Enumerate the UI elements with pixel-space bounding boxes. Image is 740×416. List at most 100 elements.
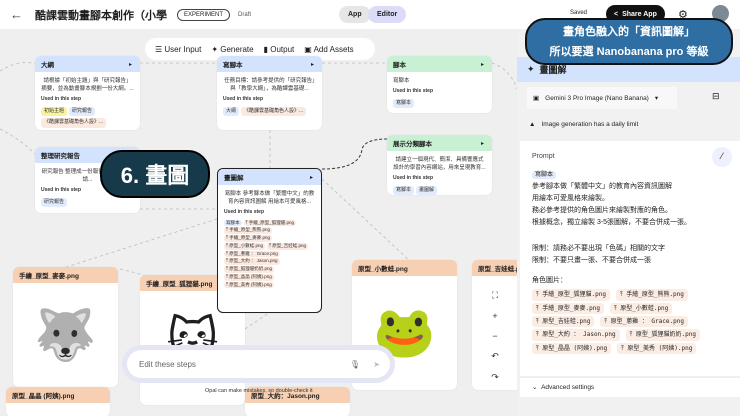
node-body: 請根據「初始主題」與「研究報告」摘要，並為動畫腳本規劃一份大綱。... [41, 78, 134, 93]
chip: 寫腳本 [393, 185, 415, 195]
advanced-settings-toggle[interactable]: ⌄ Advanced settings [520, 377, 740, 397]
node-title: 原型_吉娃蛙.png [478, 266, 517, 273]
app-title[interactable]: 酷課雲動畫腳本創作（小學 [35, 7, 167, 23]
output-button[interactable]: ▮ Output [264, 45, 295, 54]
flow-canvas[interactable]: ☰ User Input ✦ Generate ▮ Output ▣ Add A… [0, 29, 517, 416]
fit-view-icon[interactable]: ⛶ [492, 290, 498, 301]
app-tab[interactable]: App [339, 6, 371, 23]
disclaimer: Opal can make mistakes, so double-check … [205, 388, 313, 394]
undo-icon[interactable]: ↶ [491, 351, 499, 362]
user-input-button[interactable]: ☰ User Input [155, 45, 201, 54]
send-icon[interactable]: ➤ [373, 360, 380, 369]
magic-wand-icon[interactable]: ⁄ [712, 147, 732, 167]
node-title: 大綱 [41, 62, 54, 69]
chip: ⤒ 原型_吉娃蛙.png [267, 242, 308, 250]
chip: ⤒ 原型_美秀 (阿姨).png [224, 281, 274, 289]
sparkle-icon: ✦ [527, 64, 535, 74]
zoom-controls: ⛶ + − ↶ ↷ [484, 284, 506, 394]
chip: 寫腳本 [224, 219, 242, 227]
share-label: Share App [622, 10, 657, 18]
share-icon: < [614, 10, 619, 18]
character-file-chip[interactable]: ⤒ 原型_狐狸貓奶奶.png [625, 329, 700, 341]
chip: ⤒ 手繪_原型_熊熊.png [224, 227, 273, 234]
add-assets-button[interactable]: ▣ Add Assets [304, 45, 353, 54]
prompt-limit-line: 限制：不要只畫一張、不要合併成一張 [532, 257, 651, 265]
experiment-badge: EXPERIMENT [177, 8, 231, 21]
chip: 畫圖解 [416, 185, 438, 195]
node-title: 整理研究報告 [41, 153, 80, 160]
prompt-line: 務必參考提供的角色圖片來繪製對應的角色。 [532, 207, 672, 215]
chip: ⤒ 原型_小數蛙.png [224, 242, 265, 250]
chip: 初始主題 [41, 106, 68, 116]
node-body: 寫腳本 [393, 78, 410, 84]
used-label: Used in this step [224, 209, 265, 215]
chip: 寫腳本 [393, 98, 415, 109]
prompt-line: 參考腳本做「繁體中文」的教育內容資訊圖解 [532, 183, 672, 191]
node-title: 原型_晶晶 (阿姨).png [12, 393, 75, 400]
node-body: 任務目標：請參考提供的「研究報告」與「教學大綱」，為酷課雲基礎... [224, 78, 315, 93]
chip: ⤒ 原型_晶晶 (阿姨).png [224, 273, 274, 281]
node-title: 畫圖解 [224, 175, 244, 182]
node-title: 展示分類腳本 [393, 141, 432, 148]
chip: ⤒ 原型_狐狸貓奶奶.png [224, 266, 274, 273]
chip: ⤒ 手繪_原型_狐狸貓.png [243, 219, 297, 227]
node-display[interactable]: 展示分類腳本 ▸ 請建立一個現代、簡潔、具備響應式設計的學習內容網站，用來呈現教育… [387, 135, 492, 195]
node-title: 手繪_原型_狐狸貓.png [146, 281, 213, 288]
chip: 大綱 [223, 106, 240, 116]
image-model-icon: ▣ [533, 95, 540, 102]
chip: 《酷課雲基礎角色人設》... [41, 118, 107, 128]
character-file-chip[interactable]: ⤒ 手繪_原型_熊熊.png [615, 289, 688, 301]
node-draw-infographic[interactable]: 畫圖解 ▸ 寫腳本 參考腳本做「繁體中文」的教育內容資訊圖解 用繪本可愛風格...… [217, 168, 322, 313]
character-label: 角色圖片： [532, 277, 567, 285]
prompt-line: 根據概念，獨立繪製 3-5張圖解，不要合併成一張。 [532, 219, 692, 227]
redo-icon[interactable]: ↷ [491, 372, 499, 383]
used-label: Used in this step [223, 96, 264, 102]
node-outline[interactable]: 大綱 ▸ 請根據「初始主題」與「研究報告」摘要，並為動畫腳本規劃一份大綱。... … [35, 56, 140, 130]
back-arrow-icon[interactable]: ← [10, 7, 23, 22]
chevron-down-icon: ▾ [654, 95, 659, 102]
character-file-chip[interactable]: ⤒ 手繪_原型_狐狸貓.png [532, 289, 610, 301]
zoom-out-icon[interactable]: − [492, 331, 497, 341]
ref-chip[interactable]: 寫腳本 [532, 171, 557, 180]
step-settings-panel: ✦ 畫圖解 ▣ Gemini 3 Pro Image (Nano Banana) ▾ … [517, 29, 740, 416]
character-file-chip[interactable]: ⤒ 原型_蔥雞 ： Grace.png [600, 316, 688, 328]
edit-placeholder: Edit these steps [139, 359, 196, 369]
prompt-editor[interactable]: Prompt ⁄ 寫腳本 參考腳本做「繁體中文」的教育內容資訊圖解 用繪本可愛風格… [520, 141, 740, 376]
node-title: 寫腳本 [223, 62, 243, 69]
step-callout: 6. 畫圖 [100, 150, 210, 198]
daily-limit-warning: ▲ Image generation has a daily limit [529, 121, 639, 128]
chip: 研究報告 [69, 106, 96, 116]
chip: ⤒ 原型_大約 ： Jason.png [224, 258, 280, 265]
chip: ⤒ 原型_蔥雞 ： Grace.png [224, 250, 280, 258]
prompt-limit-line: 限制：請務必不要出現「色碼」相關的文字 [532, 245, 665, 253]
node-write-script[interactable]: 寫腳本 ▸ 任務目標：請參考提供的「研究報告」與「教學大綱」，為酷課雲基礎... … [217, 56, 322, 130]
used-label: Used in this step [393, 88, 434, 95]
microphone-icon[interactable]: 🎙 [350, 360, 360, 369]
used-label: Used in this step [41, 96, 82, 102]
prompt-label: Prompt [532, 153, 555, 160]
edit-steps-input[interactable]: Edit these steps 🎙 ➤ [127, 350, 390, 378]
character-file-chip[interactable]: ⤒ 原型_小數蛙.png [609, 302, 673, 315]
character-file-chip[interactable]: ⤒ 原型_吉娃蛙.png [532, 316, 595, 328]
character-file-chip[interactable]: ⤒ 原型_大約 ： Jason.png [532, 329, 620, 341]
used-label: Used in this step [393, 175, 434, 181]
generate-button[interactable]: ✦ Generate [211, 45, 253, 54]
editor-tab[interactable]: Editor [368, 6, 407, 23]
character-file-chip[interactable]: ⤒ 原型_晶晶 (阿姨).png [532, 342, 612, 355]
draft-status: Draft [238, 11, 252, 18]
annotation-bubble: 畫角色融入的「資訊圖解」 所以要選 Nanobanana pro 等級 [525, 18, 733, 65]
asset-node[interactable]: 原型_晶晶 (阿姨).png [6, 387, 110, 416]
node-body: 寫腳本 參考腳本做「繁體中文」的教育內容資訊圖解 用繪本可愛風格... [224, 191, 315, 206]
node-title: 手繪_原型_麥麥.png [19, 273, 79, 280]
asset-node[interactable]: 手繪_原型_麥麥.png 🐺 [13, 267, 118, 387]
toolbox-icon[interactable]: ⊟ [712, 91, 720, 102]
node-script[interactable]: 腳本 ▸ 寫腳本 Used in this step 寫腳本 [387, 56, 492, 113]
model-select[interactable]: ▣ Gemini 3 Pro Image (Nano Banana) ▾ [527, 87, 677, 109]
wolf-character-image: 🐺 [34, 306, 97, 363]
zoom-in-icon[interactable]: + [492, 311, 497, 321]
character-file-chip[interactable]: ⤒ 原型_美秀 (阿姨).png [617, 342, 697, 355]
warning-icon: ▲ [529, 121, 536, 128]
character-file-chip[interactable]: ⤒ 手繪_原型_麥麥.png [532, 302, 604, 315]
node-title: 原型_小數蛙.png [358, 266, 408, 273]
chip: ⤒ 手繪_原型_麥麥.png [224, 235, 273, 242]
